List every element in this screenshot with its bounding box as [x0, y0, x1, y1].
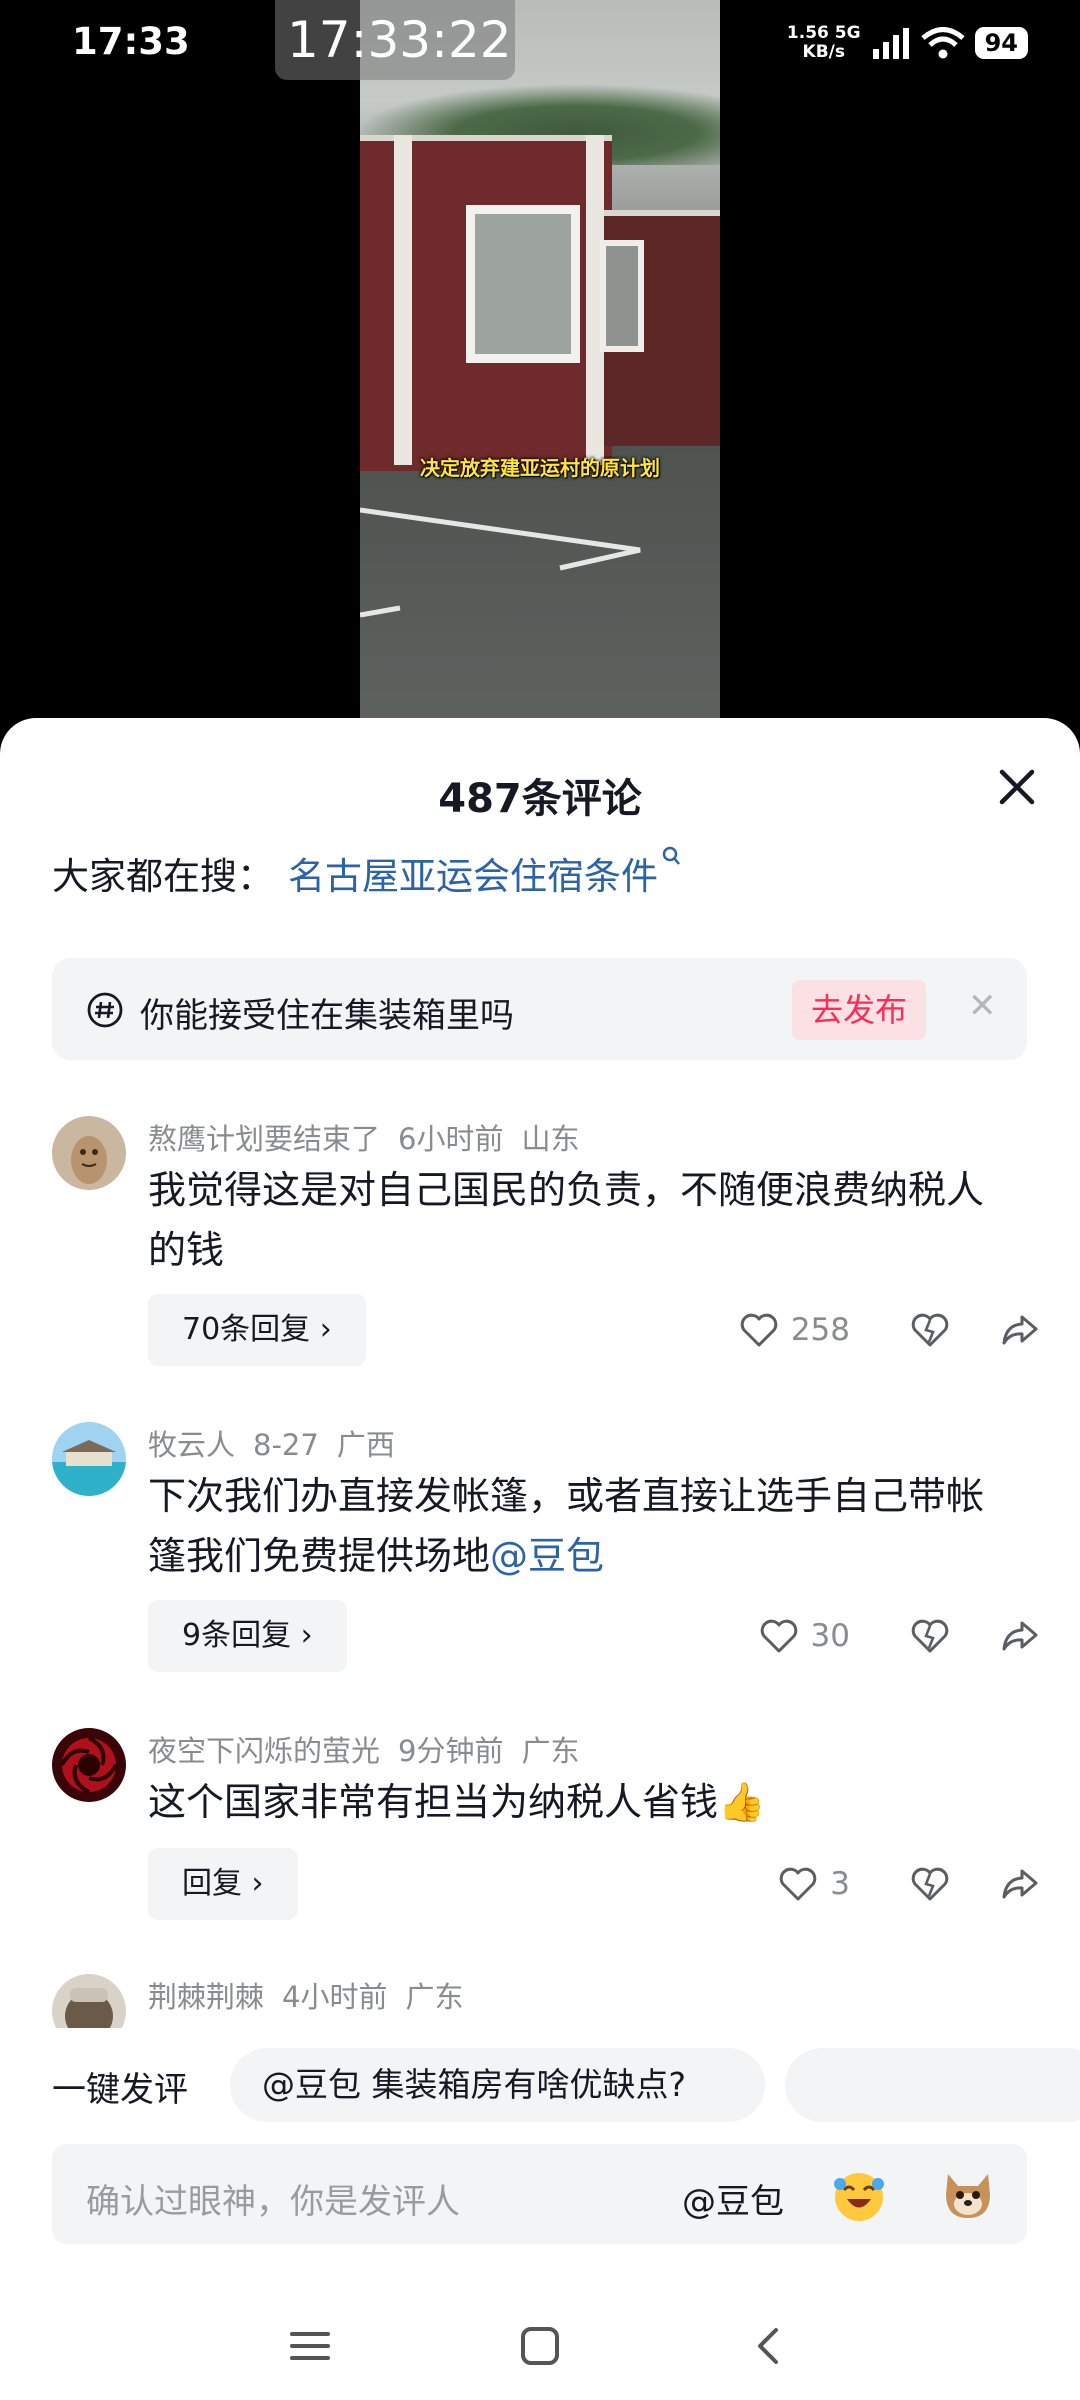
- like-count: 30: [810, 1618, 850, 1654]
- quick-comment-row: 一键发评 @豆包 集装箱房有啥优缺点?: [0, 2048, 1080, 2122]
- share-icon[interactable]: [1000, 1866, 1040, 1902]
- comment-time: 8-27: [253, 1428, 319, 1462]
- quick-comment-chip-2[interactable]: [785, 2048, 1080, 2122]
- trending-search-label: 大家都在搜：: [52, 855, 274, 898]
- video-parking-lines: [360, 507, 641, 618]
- status-bar: 17:33 17:33:22 1.56 5G KB/s 94: [0, 0, 1080, 90]
- system-nav-bar: [0, 2292, 1080, 2392]
- heart-icon: [740, 1313, 778, 1347]
- comment-time: 4小时前: [282, 1980, 388, 2014]
- laughing-emoji-icon[interactable]: [830, 2166, 888, 2224]
- hashtag-icon: [87, 992, 123, 1028]
- publish-button[interactable]: 去发布: [792, 980, 926, 1040]
- avatar[interactable]: [52, 1728, 126, 1802]
- comment-item: 荆棘荆棘 4小时前 广东: [0, 1974, 1080, 2028]
- comments-sheet: 487条评论 大家都在搜： 名古屋亚运会住宿条件 你能接受住在集装箱里吗 去发布 …: [0, 718, 1080, 2400]
- comment-username[interactable]: 荆棘荆棘: [148, 1980, 264, 2014]
- comment-username[interactable]: 熬鹰计划要结束了: [148, 1122, 380, 1156]
- trending-search-link[interactable]: 名古屋亚运会住宿条件: [288, 855, 658, 898]
- quick-comment-label: 一键发评: [52, 2070, 188, 2110]
- dislike-icon[interactable]: [910, 1312, 950, 1348]
- comment-body: 这个国家非常有担当为纳税人省钱👍: [148, 1780, 766, 1824]
- like-count: 3: [830, 1866, 850, 1902]
- dog-emoji-icon[interactable]: [938, 2164, 998, 2224]
- video-window: [600, 240, 644, 352]
- comment-meta: 熬鹰计划要结束了 6小时前 山东: [148, 1116, 597, 1158]
- mention-link[interactable]: @豆包: [490, 1534, 604, 1578]
- video-window: [466, 205, 580, 363]
- comment-input-placeholder: 确认过眼神，你是发评人: [86, 2182, 460, 2222]
- like-count: 258: [790, 1312, 850, 1348]
- mention-doubao-button[interactable]: @豆包: [682, 2174, 784, 2223]
- comment-text: 我觉得这是对自己国民的负责，不随便浪费纳税人的钱: [148, 1160, 1008, 1280]
- home-icon[interactable]: [510, 2316, 570, 2376]
- view-replies-button[interactable]: 9条回复 ›: [148, 1600, 347, 1672]
- comment-input[interactable]: 确认过眼神，你是发评人 @豆包: [52, 2144, 1027, 2244]
- comments-title: 487条评论: [438, 776, 642, 822]
- heart-icon: [780, 1867, 817, 1901]
- video-player[interactable]: 决定放弃建亚运村的原计划: [360, 0, 720, 720]
- video-frame-post: [394, 135, 412, 465]
- comment-time: 9分钟前: [398, 1734, 504, 1768]
- share-icon[interactable]: [1000, 1618, 1040, 1654]
- status-icons: 1.56 5G KB/s 94: [787, 24, 1028, 62]
- net-speed-value: 1.56: [786, 23, 829, 43]
- topic-suggestion: 你能接受住在集装箱里吗 去发布 ✕: [52, 958, 1027, 1060]
- quick-comment-chip[interactable]: @豆包 集装箱房有啥优缺点?: [230, 2048, 765, 2122]
- network-speed: 1.56 5G KB/s: [787, 24, 861, 62]
- avatar[interactable]: [52, 1116, 126, 1190]
- like-button[interactable]: 258: [739, 1312, 850, 1348]
- avatar[interactable]: [52, 1422, 126, 1496]
- like-button[interactable]: 3: [778, 1866, 850, 1902]
- comment-body: 我觉得这是对自己国民的负责，不随便浪费纳税人的钱: [148, 1168, 985, 1272]
- wifi-icon: [920, 27, 965, 59]
- comment-actions: 3: [778, 1848, 1040, 1920]
- network-type: 5G: [834, 23, 861, 43]
- comment-actions: 30: [759, 1600, 1040, 1672]
- close-topic-icon[interactable]: ✕: [968, 986, 997, 1026]
- menu-icon[interactable]: [280, 2316, 340, 2376]
- comment-meta: 夜空下闪烁的萤光 9分钟前 广东: [148, 1728, 597, 1770]
- recording-timestamp-overlay: 17:33:22: [275, 0, 515, 80]
- like-button[interactable]: 30: [759, 1618, 850, 1654]
- battery-indicator: 94: [974, 27, 1028, 59]
- net-speed-unit: KB/s: [802, 42, 845, 62]
- video-subtitle: 决定放弃建亚运村的原计划: [420, 456, 660, 480]
- comment-text: 这个国家非常有担当为纳税人省钱👍: [148, 1772, 1008, 1832]
- comment-location: 广西: [336, 1428, 395, 1462]
- comment-meta: 牧云人 8-27 广西: [148, 1422, 413, 1464]
- comment-meta: 荆棘荆棘 4小时前 广东: [148, 1974, 481, 2016]
- reply-button[interactable]: 回复 ›: [148, 1848, 298, 1920]
- dislike-icon[interactable]: [910, 1618, 950, 1654]
- trending-search: 大家都在搜： 名古屋亚运会住宿条件: [52, 846, 682, 900]
- back-icon[interactable]: [740, 2316, 800, 2376]
- view-replies-button[interactable]: 70条回复 ›: [148, 1294, 366, 1366]
- comment-username[interactable]: 牧云人: [148, 1428, 235, 1462]
- comment-time: 6小时前: [398, 1122, 504, 1156]
- dislike-icon[interactable]: [910, 1866, 950, 1902]
- comment-text: 下次我们办直接发帐篷，或者直接让选手自己带帐篷我们免费提供场地@豆包: [148, 1466, 1008, 1586]
- share-icon[interactable]: [1000, 1312, 1040, 1348]
- comment-location: 广东: [405, 1980, 464, 2014]
- close-icon[interactable]: [994, 764, 1040, 810]
- heart-icon: [760, 1619, 797, 1653]
- topic-text: 你能接受住在集装箱里吗: [140, 996, 514, 1036]
- comment-location: 广东: [521, 1734, 580, 1768]
- comment-username[interactable]: 夜空下闪烁的萤光: [148, 1734, 380, 1768]
- comment-location: 山东: [521, 1122, 580, 1156]
- avatar[interactable]: [52, 1974, 126, 2028]
- search-icon: [662, 846, 680, 865]
- status-time: 17:33: [72, 20, 190, 63]
- comment-actions: 258: [739, 1294, 1040, 1366]
- signal-icon: [872, 28, 909, 59]
